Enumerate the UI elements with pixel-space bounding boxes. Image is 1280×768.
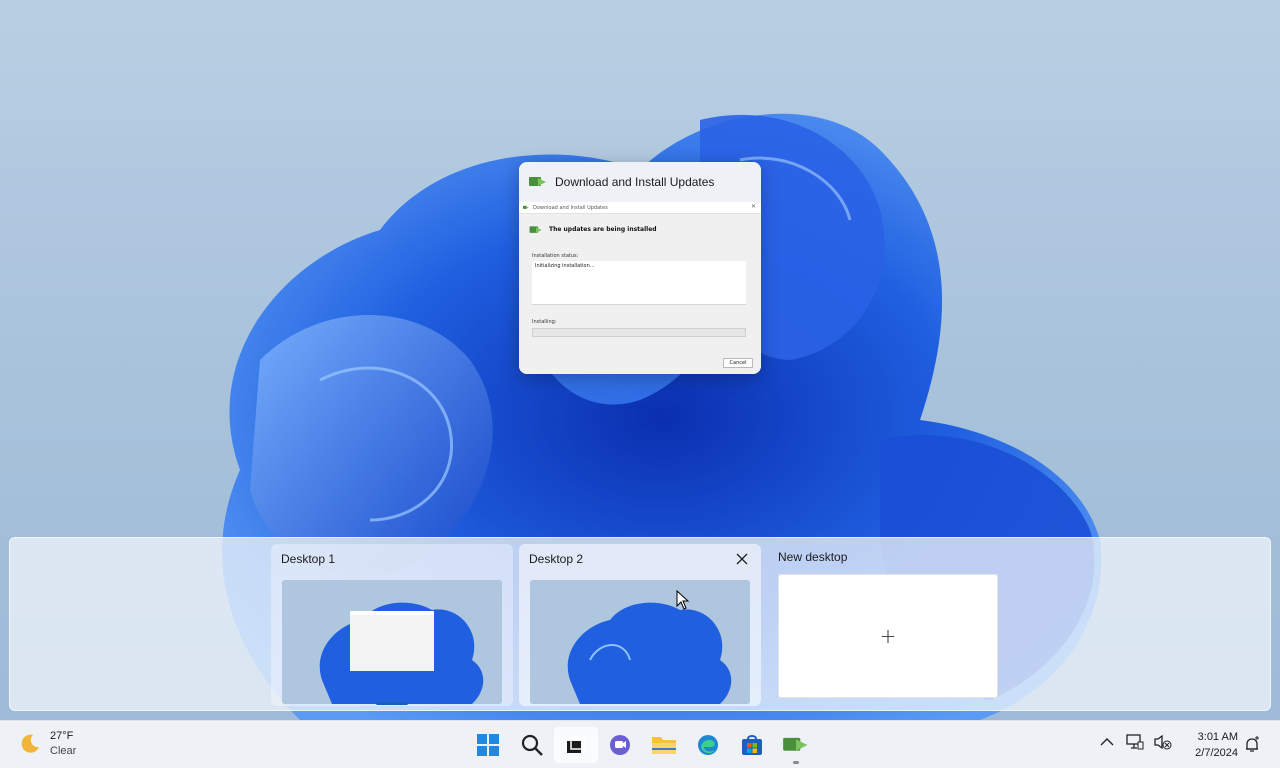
desktop-thumbnail-graphic xyxy=(530,580,750,704)
installing-label: Installing: xyxy=(532,319,557,325)
update-installer-icon xyxy=(783,737,808,751)
window-card-download-install-updates[interactable]: Download and Install Updates Download an… xyxy=(519,162,761,374)
update-installer-icon xyxy=(523,205,529,209)
chevron-up-icon xyxy=(1100,738,1114,746)
taskbar-pinned-apps xyxy=(466,727,818,764)
cancel-button: Cancel xyxy=(723,358,753,368)
installation-status-text: Initializing installation... xyxy=(535,263,595,269)
update-installer-icon xyxy=(529,177,546,186)
task-view-button[interactable] xyxy=(554,727,598,763)
edge-button[interactable] xyxy=(686,727,730,763)
virtual-desktops-bar: Desktop 1 Desktop 2 New desktop + xyxy=(9,537,1271,711)
store-button[interactable] xyxy=(730,727,774,763)
mouse-cursor-icon xyxy=(676,590,690,610)
preview-titlebar: Download and Install Updates ✕ xyxy=(519,202,761,214)
taskbar-clock[interactable]: 3:01 AM 2/7/2024 xyxy=(1184,729,1238,761)
preview-heading: The updates are being installed xyxy=(549,226,657,233)
clock-time: 3:01 AM xyxy=(1197,731,1238,743)
installation-status-label: Installation status: xyxy=(532,253,579,259)
update-installer-button[interactable] xyxy=(774,727,818,764)
window-card-header[interactable]: Download and Install Updates xyxy=(519,162,761,202)
preview-title: Download and Install Updates xyxy=(533,204,608,211)
search-button[interactable] xyxy=(510,727,554,763)
moon-icon xyxy=(21,734,39,753)
window-card-title: Download and Install Updates xyxy=(555,175,715,189)
plus-icon: + xyxy=(879,624,897,648)
start-button[interactable] xyxy=(466,727,510,763)
close-icon xyxy=(736,553,748,565)
active-desktop-indicator xyxy=(376,702,408,705)
network-button[interactable] xyxy=(1126,733,1144,751)
network-icon xyxy=(1126,734,1144,750)
weather-widget[interactable]: 27°F Clear xyxy=(18,729,76,759)
desktop-label: Desktop 2 xyxy=(529,552,584,566)
update-installer-icon xyxy=(529,226,542,233)
desktop-tile-1[interactable]: Desktop 1 xyxy=(271,544,513,706)
window-preview: Download and Install Updates ✕ The updat… xyxy=(519,202,761,374)
new-desktop-label: New desktop xyxy=(778,550,848,564)
desktop-tile-2[interactable]: Desktop 2 xyxy=(519,544,761,706)
teams-chat-button[interactable] xyxy=(598,727,642,763)
desktop-thumbnail[interactable] xyxy=(530,580,750,704)
windows-start-icon xyxy=(477,734,499,756)
search-icon xyxy=(521,734,543,756)
clock-date: 2/7/2024 xyxy=(1195,747,1238,759)
close-desktop-button[interactable] xyxy=(733,550,751,568)
installation-status-box: Initializing installation... xyxy=(532,261,746,305)
edge-icon xyxy=(698,735,718,755)
file-explorer-icon xyxy=(652,737,676,754)
desktop-label: Desktop 1 xyxy=(281,552,336,566)
volume-button[interactable] xyxy=(1154,733,1172,751)
show-hidden-icons-button[interactable] xyxy=(1098,733,1116,751)
new-desktop-button[interactable]: + xyxy=(778,574,998,698)
weather-temperature: 27°F xyxy=(50,730,74,742)
install-progress-bar xyxy=(532,328,746,337)
system-tray xyxy=(1098,733,1172,751)
task-view-icon xyxy=(567,736,586,753)
desktop-thumbnail[interactable] xyxy=(282,580,502,704)
weather-condition: Clear xyxy=(50,745,77,757)
desktop-thumbnail-graphic xyxy=(282,580,502,704)
volume-muted-icon xyxy=(1154,734,1172,750)
teams-chat-icon xyxy=(610,735,630,755)
file-explorer-button[interactable] xyxy=(642,727,686,763)
taskbar: 27°F Clear 3:01 AM 2/7/2024 xyxy=(0,720,1280,768)
notification-bell-icon[interactable] xyxy=(1243,736,1261,754)
store-icon xyxy=(742,735,762,755)
close-icon: ✕ xyxy=(750,203,756,210)
